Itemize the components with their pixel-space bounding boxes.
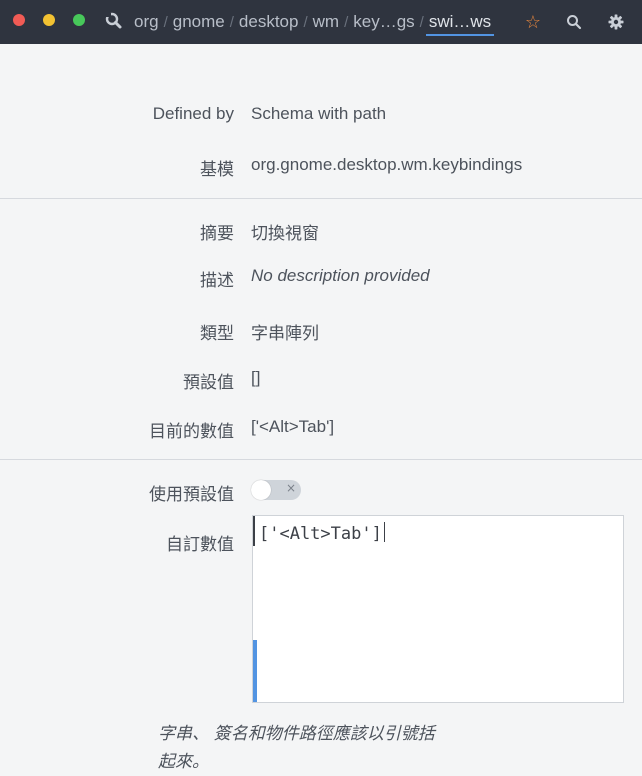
current-value: ['<Alt>Tab']	[251, 417, 335, 436]
quoting-hint: 字串、 簽名和物件路徑應該以引號括 起來。	[158, 720, 488, 776]
breadcrumb-gnome[interactable]: gnome	[170, 12, 228, 32]
defined-by-value: Schema with path	[251, 104, 387, 123]
breadcrumb-separator: /	[229, 13, 234, 31]
custom-value-editor[interactable]: ['<Alt>Tab']	[252, 515, 624, 703]
default-value-row: 預設值 []	[0, 368, 642, 392]
breadcrumb-separator: /	[344, 13, 349, 31]
close-window-button[interactable]	[13, 14, 25, 26]
text-caret	[383, 522, 385, 542]
schema-row: 基模 org.gnome.desktop.wm.keybindings	[0, 155, 642, 179]
use-default-toggle[interactable]: ×	[251, 480, 301, 500]
window-titlebar: org / gnome / desktop / wm / key…gs / sw…	[0, 0, 642, 44]
wrench-search-icon	[103, 11, 123, 31]
bookmark-star-icon[interactable]: ☆	[521, 10, 545, 34]
current-value-row: 目前的數值 ['<Alt>Tab']	[0, 417, 642, 441]
custom-value-text: ['<Alt>Tab']	[259, 524, 382, 544]
breadcrumb-desktop[interactable]: desktop	[236, 12, 302, 32]
toggle-knob	[251, 480, 271, 500]
type-value: 字串陣列	[251, 324, 319, 343]
description-value: No description provided	[251, 266, 430, 285]
default-value: []	[251, 368, 261, 387]
breadcrumb-switch-windows[interactable]: swi…ws	[425, 12, 495, 36]
breadcrumb-wm[interactable]: wm	[310, 12, 342, 32]
editor-gutter-line	[253, 516, 255, 546]
breadcrumb-separator: /	[163, 13, 168, 31]
type-row: 類型 字串陣列	[0, 319, 642, 343]
breadcrumb: org / gnome / desktop / wm / key…gs / sw…	[131, 0, 495, 44]
breadcrumb-keybindings[interactable]: key…gs	[350, 12, 417, 32]
defined-by-label: Defined by	[152, 104, 234, 123]
hint-line-1: 字串、 簽名和物件路徑應該以引號括	[158, 724, 435, 743]
hint-line-2: 起來。	[158, 752, 209, 771]
schema-label: 基模	[200, 160, 234, 179]
editor-content[interactable]: ['<Alt>Tab']	[259, 522, 385, 544]
summary-value: 切換視窗	[251, 224, 319, 243]
search-icon[interactable]	[562, 10, 586, 34]
gear-icon[interactable]	[604, 10, 628, 34]
breadcrumb-separator: /	[303, 13, 308, 31]
breadcrumb-org[interactable]: org	[131, 12, 162, 32]
minimize-window-button[interactable]	[43, 14, 55, 26]
description-row: 描述 No description provided	[0, 266, 642, 290]
default-value-label: 預設值	[183, 373, 234, 392]
breadcrumb-separator: /	[419, 13, 424, 31]
description-label: 描述	[200, 271, 234, 290]
maximize-window-button[interactable]	[73, 14, 85, 26]
summary-row: 摘要 切換視窗	[0, 219, 642, 243]
defined-by-row: Defined by Schema with path	[0, 104, 642, 128]
toggle-off-icon: ×	[286, 481, 297, 495]
summary-label: 摘要	[200, 224, 234, 243]
type-label: 類型	[200, 324, 234, 343]
current-value-label: 目前的數值	[149, 422, 234, 441]
use-default-row: 使用預設值	[0, 480, 642, 504]
editor-gutter-marker	[253, 640, 257, 702]
section-divider	[0, 198, 642, 199]
custom-value-label: 自訂數值	[166, 535, 234, 554]
section-divider	[0, 459, 642, 460]
use-default-label: 使用預設值	[149, 485, 234, 504]
schema-value: org.gnome.desktop.wm.keybindings	[251, 155, 523, 174]
